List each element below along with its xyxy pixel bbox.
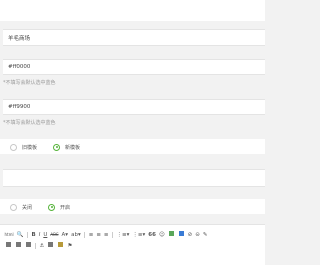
toolbar-separator <box>84 231 86 238</box>
toolbar-separator <box>26 231 28 238</box>
quote-icon[interactable]: 66 <box>147 232 158 238</box>
radio-new-template[interactable]: 新模板 <box>53 143 81 151</box>
radio-circle-icon <box>10 203 17 211</box>
name-field[interactable]: 羊毛商场 <box>3 29 265 46</box>
unlink-icon[interactable]: ⊝ <box>194 232 202 238</box>
link-icon[interactable]: ⊘ <box>186 232 194 238</box>
radio-on[interactable]: 开启 <box>48 203 71 211</box>
search-icon[interactable]: 🔍 <box>15 232 25 238</box>
color1-field[interactable]: #ff0000 <box>3 59 265 75</box>
switch-radio-group: 关闭 开启 <box>10 201 86 213</box>
color1-field-value: #ff0000 <box>8 64 31 70</box>
table-icon[interactable] <box>3 242 13 249</box>
radio-off[interactable]: 关闭 <box>10 203 33 211</box>
table-row-icon[interactable] <box>13 242 23 249</box>
bold-button[interactable]: B <box>30 232 37 238</box>
highlight-button[interactable]: ab▾ <box>70 232 83 238</box>
toolbar-separator <box>35 242 36 249</box>
image-icon[interactable] <box>166 231 176 238</box>
color1-hint: *不填写会默认选中蓝色 <box>3 80 56 86</box>
toolbar-row-2: ⚓ ⚑ <box>3 240 265 251</box>
list-ordered-icon[interactable]: ⋮≡▾ <box>115 232 131 238</box>
radio-label: 开启 <box>60 204 71 211</box>
editor-toolbar: html 🔍 B I U ABC A▾ ab▾ ≡ ≡ ≡ ⋮≡▾ ⋮≡▾ 66… <box>3 229 265 251</box>
align-right-icon[interactable]: ≡ <box>102 232 110 238</box>
radio-checked-icon <box>48 203 56 211</box>
radio-circle-icon <box>10 143 17 151</box>
brush-icon[interactable]: ✎ <box>201 232 209 238</box>
color2-hint: *不填写会默认选中蓝色 <box>3 120 56 126</box>
emoji-icon[interactable]: ☺ <box>157 232 166 238</box>
pagebreak-icon[interactable] <box>46 242 56 249</box>
radio-label: 新模板 <box>65 144 81 151</box>
color2-field-value: #ff9900 <box>8 104 31 110</box>
table-col-icon[interactable] <box>23 242 33 249</box>
underline-button[interactable]: U <box>42 232 49 238</box>
align-center-icon[interactable]: ≡ <box>95 232 103 238</box>
name-field-value: 羊毛商场 <box>8 35 31 42</box>
empty-field[interactable] <box>3 169 265 187</box>
toolbar-separator <box>112 231 114 238</box>
video-icon[interactable] <box>176 231 186 238</box>
template-radio-group: 旧模板 新模板 <box>10 141 96 153</box>
radio-old-template[interactable]: 旧模板 <box>10 143 38 151</box>
image-insert-icon[interactable] <box>56 242 66 249</box>
radio-label: 关闭 <box>22 204 33 211</box>
color2-field[interactable]: #ff9900 <box>3 99 265 115</box>
list-unordered-icon[interactable]: ⋮≡▾ <box>131 232 147 238</box>
align-left-icon[interactable]: ≡ <box>87 232 95 238</box>
settings-form-page: 羊毛商场 #ff0000 *不填写会默认选中蓝色 #ff9900 *不填写会默认… <box>0 0 265 265</box>
flag-icon[interactable]: ⚑ <box>66 243 74 249</box>
radio-label: 旧模板 <box>22 144 38 151</box>
html-source-button[interactable]: html <box>3 232 15 237</box>
strikethrough-button[interactable]: ABC <box>49 232 60 237</box>
radio-checked-icon <box>53 143 61 151</box>
top-band <box>0 0 265 21</box>
anchor-icon[interactable]: ⚓ <box>38 243 46 249</box>
toolbar-row-1: html 🔍 B I U ABC A▾ ab▾ ≡ ≡ ≡ ⋮≡▾ ⋮≡▾ 66… <box>3 229 265 240</box>
font-color-button[interactable]: A▾ <box>60 232 70 238</box>
